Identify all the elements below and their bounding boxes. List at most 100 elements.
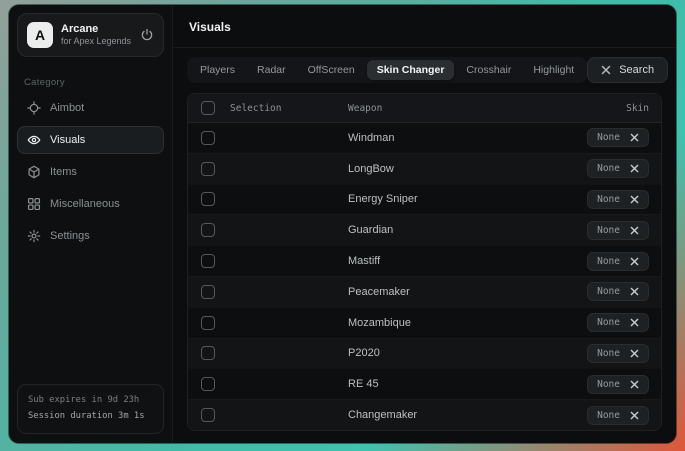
sub-expiry-text: Sub expires in 9d 23h [28, 393, 153, 409]
skin-select[interactable]: None [587, 221, 649, 240]
table-row: Changemaker None [188, 399, 661, 430]
column-header-weapon: Weapon [348, 103, 549, 114]
tab-offscreen[interactable]: OffScreen [298, 60, 365, 80]
table-row: Mozambique None [188, 307, 661, 338]
sidebar-nav: Aimbot Visuals Items Miscellaneous Setti… [9, 94, 172, 250]
sidebar-item-items[interactable]: Items [17, 158, 164, 186]
sidebar-item-settings[interactable]: Settings [17, 222, 164, 250]
row-checkbox[interactable] [201, 377, 215, 391]
skin-value: None [597, 286, 620, 297]
clear-skin-icon[interactable] [630, 287, 639, 296]
subscription-info: Sub expires in 9d 23h Session duration 3… [17, 384, 164, 434]
row-checkbox[interactable] [201, 316, 215, 330]
main-panel: Visuals Players Radar OffScreen Skin Cha… [173, 5, 676, 443]
sidebar-item-label: Items [50, 166, 77, 178]
skin-value: None [597, 317, 620, 328]
table-row: Guardian None [188, 214, 661, 245]
skin-select[interactable]: None [587, 128, 649, 147]
crosshair-icon [27, 101, 41, 115]
clear-skin-icon[interactable] [630, 226, 639, 235]
clear-skin-icon[interactable] [630, 195, 639, 204]
column-header-skin: Skin [626, 103, 661, 114]
weapon-name: Windman [348, 132, 549, 144]
weapon-name: Guardian [348, 224, 549, 236]
skin-select[interactable]: None [587, 159, 649, 178]
package-icon [27, 165, 41, 179]
table-row: Mastiff None [188, 245, 661, 276]
sidebar-item-aimbot[interactable]: Aimbot [17, 94, 164, 122]
sidebar-item-label: Visuals [50, 134, 85, 146]
clear-skin-icon[interactable] [630, 349, 639, 358]
skin-select[interactable]: None [587, 406, 649, 425]
table-row: Peacemaker None [188, 276, 661, 307]
gear-icon [27, 229, 41, 243]
row-checkbox[interactable] [201, 131, 215, 145]
tab-highlight[interactable]: Highlight [523, 60, 584, 80]
row-checkbox[interactable] [201, 223, 215, 237]
clear-skin-icon[interactable] [630, 411, 639, 420]
row-checkbox[interactable] [201, 408, 215, 422]
weapon-name: Energy Sniper [348, 193, 549, 205]
sidebar: A Arcane for Apex Legends Category Aimbo… [9, 5, 173, 443]
skin-select[interactable]: None [587, 313, 649, 332]
app-subtitle: for Apex Legends [61, 36, 131, 47]
row-checkbox[interactable] [201, 162, 215, 176]
tab-players[interactable]: Players [190, 60, 245, 80]
weapon-name: Mastiff [348, 255, 549, 267]
skin-value: None [597, 163, 620, 174]
skin-value: None [597, 410, 620, 421]
skin-table: Selection Weapon Skin Windman None LongB… [187, 93, 662, 431]
sidebar-item-miscellaneous[interactable]: Miscellaneous [17, 190, 164, 218]
main-header: Visuals [173, 5, 676, 48]
search-icon [601, 65, 611, 75]
table-body: Windman None LongBow None Energy Sniper … [188, 123, 661, 430]
weapon-name: Mozambique [348, 317, 549, 329]
skin-select[interactable]: None [587, 375, 649, 394]
weapon-name: Peacemaker [348, 286, 549, 298]
table-header-row: Selection Weapon Skin [188, 94, 661, 123]
skin-value: None [597, 379, 620, 390]
tab-crosshair[interactable]: Crosshair [456, 60, 521, 80]
skin-select[interactable]: None [587, 252, 649, 271]
category-label: Category [24, 77, 157, 88]
clear-skin-icon[interactable] [630, 318, 639, 327]
app-logo: A [27, 22, 53, 48]
sidebar-item-label: Aimbot [50, 102, 84, 114]
sidebar-item-label: Miscellaneous [50, 198, 120, 210]
skin-value: None [597, 256, 620, 267]
tab-radar[interactable]: Radar [247, 60, 296, 80]
column-header-selection: Selection [230, 103, 348, 114]
tab-bar: Players Radar OffScreen Skin Changer Cro… [187, 57, 587, 83]
row-checkbox[interactable] [201, 192, 215, 206]
skin-value: None [597, 348, 620, 359]
row-checkbox[interactable] [201, 285, 215, 299]
eye-icon [27, 133, 41, 147]
weapon-name: P2020 [348, 347, 549, 359]
table-row: Windman None [188, 123, 661, 153]
select-all-checkbox[interactable] [201, 101, 215, 115]
app-title: Arcane [61, 23, 131, 37]
table-row: P2020 None [188, 338, 661, 369]
clear-skin-icon[interactable] [630, 380, 639, 389]
weapon-name: LongBow [348, 163, 549, 175]
weapon-name: RE 45 [348, 378, 549, 390]
skin-select[interactable]: None [587, 282, 649, 301]
clear-skin-icon[interactable] [630, 257, 639, 266]
clear-skin-icon[interactable] [630, 164, 639, 173]
skin-select[interactable]: None [587, 344, 649, 363]
clear-skin-icon[interactable] [630, 133, 639, 142]
search-button-label: Search [619, 64, 654, 76]
row-checkbox[interactable] [201, 346, 215, 360]
skin-select[interactable]: None [587, 190, 649, 209]
session-duration-text: Session duration 3m 1s [28, 409, 153, 425]
brand-card: A Arcane for Apex Legends [17, 13, 164, 57]
app-window: A Arcane for Apex Legends Category Aimbo… [9, 5, 676, 443]
power-icon[interactable] [140, 28, 154, 42]
skin-value: None [597, 225, 620, 236]
tab-skin-changer[interactable]: Skin Changer [367, 60, 455, 80]
search-button[interactable]: Search [587, 57, 668, 83]
grid-icon [27, 197, 41, 211]
row-checkbox[interactable] [201, 254, 215, 268]
skin-value: None [597, 132, 620, 143]
sidebar-item-visuals[interactable]: Visuals [17, 126, 164, 154]
